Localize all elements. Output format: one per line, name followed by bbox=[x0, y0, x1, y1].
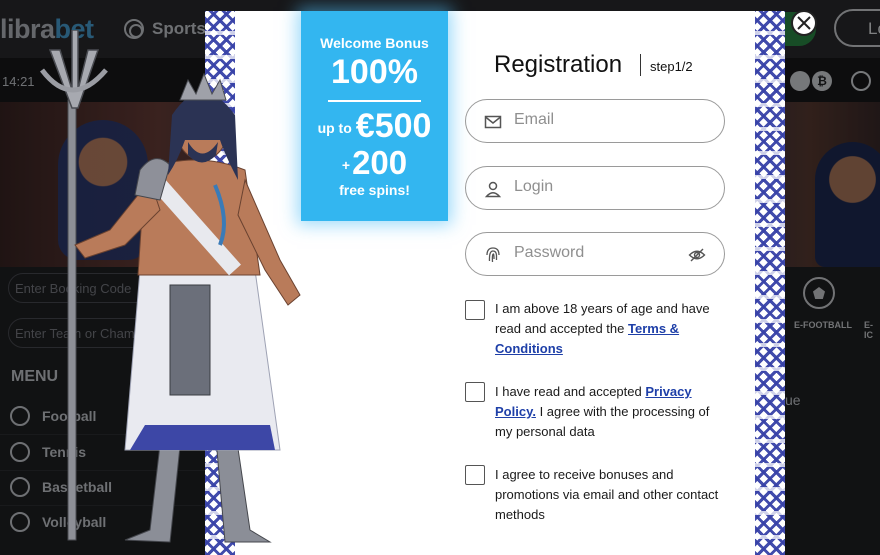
bonus-divider bbox=[328, 100, 421, 102]
bonus-spins-label: free spins! bbox=[339, 182, 410, 199]
password-field[interactable]: Password bbox=[465, 232, 725, 276]
privacy-text: I have read and accepted Privacy Policy.… bbox=[495, 382, 725, 442]
close-button[interactable] bbox=[791, 10, 817, 36]
title-divider bbox=[640, 54, 641, 76]
privacy-checkbox[interactable] bbox=[465, 382, 485, 402]
promotions-label: I agree to receive bonuses and promotion… bbox=[495, 467, 719, 522]
email-field[interactable]: Email bbox=[465, 99, 725, 143]
bonus-spins: +200 bbox=[301, 146, 448, 182]
fingerprint-icon bbox=[486, 247, 500, 263]
bonus-amount-value: €500 bbox=[355, 107, 432, 145]
bonus-heading: Welcome Bonus bbox=[320, 35, 429, 51]
close-icon bbox=[797, 16, 811, 30]
email-placeholder: Email bbox=[514, 111, 555, 128]
bonus-amount-prefix: up to bbox=[317, 120, 352, 137]
age-terms-text: I am above 18 years of age and have read… bbox=[495, 299, 725, 359]
poseidon-hero-image bbox=[40, 30, 301, 543]
greek-border-right bbox=[755, 11, 785, 555]
bonus-amount: up to €500 bbox=[301, 108, 448, 146]
registration-step: step1/2 bbox=[650, 59, 693, 74]
bonus-percent: 100% bbox=[331, 53, 418, 91]
password-placeholder: Password bbox=[514, 244, 585, 261]
envelope-icon bbox=[484, 115, 502, 129]
bonus-spins-value: 200 bbox=[352, 144, 408, 182]
eye-off-icon[interactable] bbox=[688, 246, 706, 264]
privacy-label-a: I have read and accepted bbox=[495, 384, 642, 399]
registration-title: Registration bbox=[494, 51, 623, 78]
age-terms-checkbox[interactable] bbox=[465, 300, 485, 320]
login-placeholder: Login bbox=[514, 178, 554, 195]
user-icon bbox=[484, 181, 502, 198]
promotions-checkbox[interactable] bbox=[465, 465, 485, 485]
welcome-bonus-card: Welcome Bonus 100% up to €500 +200 free s… bbox=[301, 11, 448, 221]
login-field[interactable]: Login bbox=[465, 166, 725, 210]
promotions-text: I agree to receive bonuses and promotion… bbox=[495, 465, 725, 525]
bonus-spins-prefix: + bbox=[341, 157, 351, 174]
